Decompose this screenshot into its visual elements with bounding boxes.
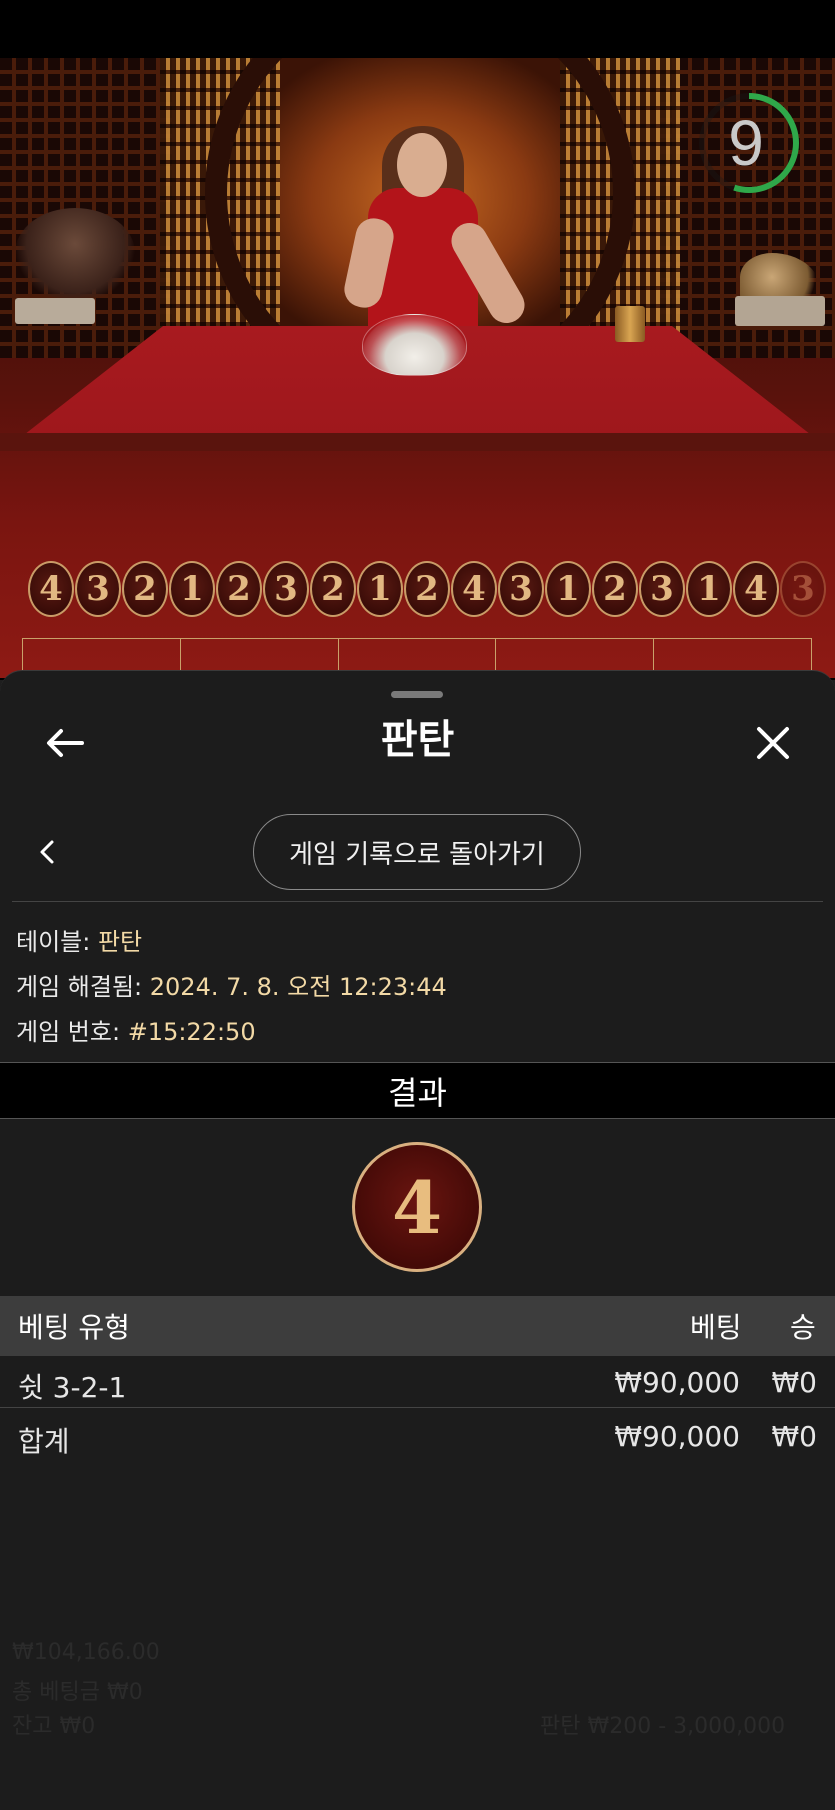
row-bet-amount: ₩90,000	[614, 1366, 740, 1399]
info-resolved-row: 게임 해결됨: 2024. 7. 8. 오전 12:23:44	[16, 967, 447, 1002]
road-result-ball: 3	[639, 561, 685, 617]
total-bet-amount: ₩90,000	[614, 1420, 740, 1453]
status-bar	[0, 0, 835, 58]
divider	[0, 1407, 835, 1408]
road-result-ball: 2	[216, 561, 262, 617]
info-resolved-value: 2024. 7. 8. 오전 12:23:44	[149, 973, 447, 1001]
back-to-history-button[interactable]: 게임 기록으로 돌아가기	[253, 814, 581, 890]
road-result-ball: 2	[592, 561, 638, 617]
info-table-label: 테이블:	[16, 928, 91, 956]
sheet-drag-handle[interactable]	[391, 691, 443, 698]
result-ball: 4	[352, 1142, 482, 1272]
brass-cup	[615, 306, 645, 342]
road-result-ball: 3	[780, 561, 826, 617]
road-result-ball: 4	[28, 561, 74, 617]
column-win: 승	[790, 1311, 816, 1344]
road-result-ball: 2	[122, 561, 168, 617]
column-bet-type: 베팅 유형	[18, 1311, 130, 1344]
previous-button[interactable]	[30, 832, 64, 872]
column-bet: 베팅	[690, 1311, 742, 1344]
info-table-row: 테이블: 판탄	[16, 922, 142, 957]
road-result-ball: 3	[263, 561, 309, 617]
total-label: 합계	[18, 1425, 70, 1458]
row-bet-type: 쉿 3-2-1	[18, 1371, 127, 1404]
dragon-base	[735, 296, 825, 326]
close-button[interactable]	[748, 718, 798, 768]
result-header: 결과	[0, 1062, 835, 1119]
road-result-ball: 1	[686, 561, 732, 617]
countdown-timer-value: 9	[728, 107, 764, 179]
road-result-ball: 1	[545, 561, 591, 617]
info-number-value: #15:22:50	[127, 1018, 256, 1046]
underlay-last-win: 잔고 ₩0	[12, 1714, 96, 1739]
bonsai-pot	[15, 298, 95, 324]
road-result-ball: 3	[498, 561, 544, 617]
close-icon	[757, 727, 789, 759]
underlay-total-bet: 총 베팅금 ₩0	[12, 1680, 143, 1705]
chevron-left-icon	[40, 840, 54, 864]
road-result-ball: 1	[357, 561, 403, 617]
info-table-value: 판탄	[97, 928, 143, 956]
underlay-limits: 판탄 ₩200 - 3,000,000	[540, 1714, 786, 1739]
road-history: 43212321243123143	[28, 561, 835, 619]
sheet-title: 판탄	[380, 717, 455, 763]
road-result-ball: 3	[75, 561, 121, 617]
road-result-ball: 4	[733, 561, 779, 617]
row-win-amount: ₩0	[771, 1366, 818, 1399]
divider	[12, 901, 823, 902]
bonsai-plant	[15, 208, 135, 298]
road-result-ball: 2	[404, 561, 450, 617]
total-win-amount: ₩0	[771, 1420, 818, 1453]
dealer-face	[397, 133, 447, 197]
bead-bowl	[362, 314, 467, 376]
road-result-ball: 2	[310, 561, 356, 617]
info-number-row: 게임 번호: #15:22:50	[16, 1012, 256, 1047]
road-result-ball: 1	[169, 561, 215, 617]
road-result-ball: 4	[451, 561, 497, 617]
underlay-balance: ₩104,166.00	[12, 1640, 160, 1665]
info-number-label: 게임 번호:	[16, 1018, 121, 1046]
table-rim	[0, 433, 835, 451]
info-resolved-label: 게임 해결됨:	[16, 973, 143, 1001]
